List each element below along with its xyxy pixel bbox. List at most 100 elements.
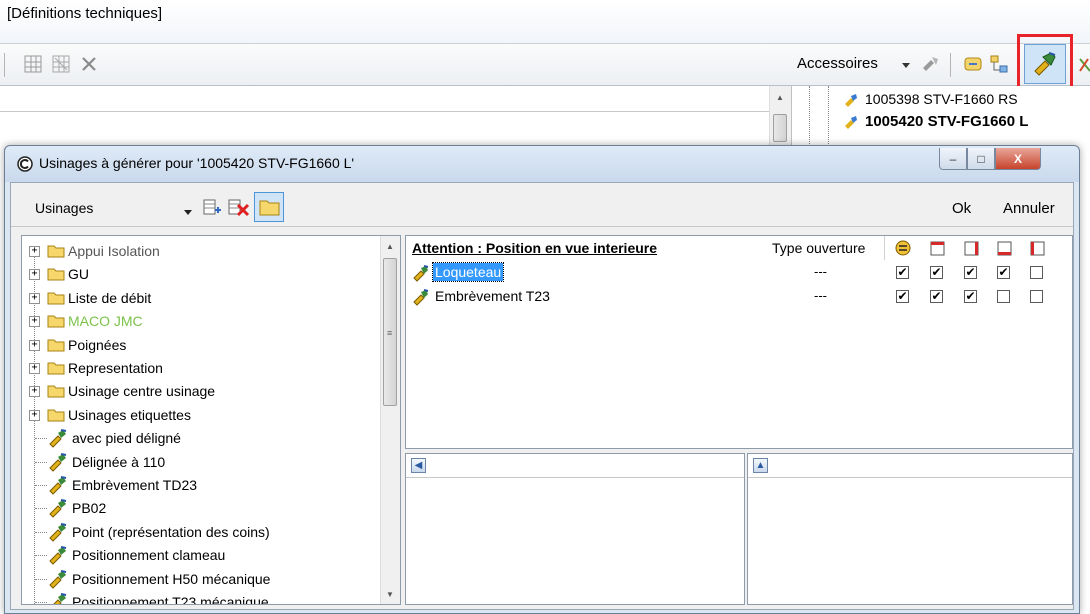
expand-icon[interactable]: + <box>29 269 40 281</box>
tree-item[interactable]: 1005398 STV-F1660 RS <box>843 90 1083 110</box>
grid-tool-2-icon[interactable] <box>50 53 72 75</box>
tree-machining-row[interactable]: avec pied déligné <box>22 427 386 450</box>
tree-folder-row[interactable]: + MACO JMC <box>22 310 386 333</box>
tree-folder-label: Liste de débit <box>68 289 152 306</box>
tree-item-label: 1005420 STV-FG1660 L <box>865 113 1029 130</box>
tree-machining-row[interactable]: Embrèvement TD23 <box>22 474 386 497</box>
tree-item[interactable]: 1005420 STV-FG1660 L <box>843 112 1088 132</box>
scroll-up-icon[interactable]: ▲ <box>381 238 399 254</box>
frame-right-icon[interactable] <box>963 240 980 257</box>
checkbox-col3[interactable]: ✔ <box>964 266 977 279</box>
remove-row-icon[interactable] <box>227 197 251 222</box>
background-toolbar: Accessoires <box>0 34 1090 92</box>
accessory-tool-icon[interactable] <box>920 53 942 75</box>
expand-icon[interactable]: + <box>29 292 40 304</box>
expand-icon[interactable]: + <box>29 409 40 421</box>
tree-machining-row[interactable]: Point (représentation des coins) <box>22 521 386 544</box>
checkbox-col3[interactable]: ✔ <box>964 290 977 303</box>
expand-icon[interactable]: + <box>29 386 40 398</box>
link-icon[interactable] <box>962 53 984 75</box>
checkbox-col2[interactable]: ✔ <box>930 290 943 303</box>
scroll-thumb[interactable] <box>773 114 787 142</box>
tree-connector <box>35 438 47 440</box>
machining-tool-icon <box>49 569 67 589</box>
tree-folder-row[interactable]: + GU <box>22 263 386 286</box>
combo-arrow-icon[interactable] <box>183 205 193 220</box>
folder-icon <box>47 409 65 422</box>
arrow-up-icon[interactable]: ▲ <box>753 458 768 473</box>
tree-folder-row[interactable]: + Appui Isolation <box>22 240 386 263</box>
tree-folder-row[interactable]: + Representation <box>22 357 386 380</box>
tree-machining-row[interactable]: Positionnement H50 mécanique <box>22 568 386 591</box>
machining-tool-icon <box>49 429 67 448</box>
expand-icon[interactable]: + <box>29 339 40 351</box>
checkbox-col5[interactable] <box>1030 290 1043 303</box>
list-row[interactable]: Loqueteau --- ✔ ✔ ✔ ✔ <box>406 262 1072 284</box>
dropdown-arrow-icon[interactable] <box>895 54 917 76</box>
expand-icon[interactable]: + <box>29 363 40 374</box>
tree-scrollbar[interactable]: ▲ ≡ ▼ <box>380 236 400 604</box>
expand-icon[interactable]: + <box>29 246 40 257</box>
tree-folder-label: GU <box>68 266 89 283</box>
tree-folder-row[interactable]: + Usinage centre usinage <box>22 380 386 403</box>
tree-machining-row[interactable]: PB02 <box>22 497 386 520</box>
ok-button[interactable]: Ok <box>952 200 971 217</box>
checkbox-col4[interactable] <box>997 290 1010 303</box>
tree-folder-row[interactable]: + Poignées <box>22 334 386 357</box>
list-row[interactable]: Embrèvement T23 --- ✔ ✔ ✔ <box>406 286 1072 308</box>
machining-tool-icon <box>49 546 67 565</box>
add-row-icon[interactable] <box>201 197 223 222</box>
swap-icon[interactable] <box>895 240 912 257</box>
expand-icon[interactable]: + <box>29 316 40 328</box>
frame-left-icon[interactable] <box>1029 240 1046 257</box>
delete-icon[interactable] <box>78 53 100 75</box>
folder-icon <box>47 268 65 281</box>
list-row-label: Loqueteau <box>431 262 505 282</box>
delete-red-icon[interactable] <box>1075 54 1090 76</box>
tree-folder-row[interactable]: + Usinages etiquettes <box>22 404 386 427</box>
frame-top-icon[interactable] <box>929 240 946 257</box>
tree-folder-row[interactable]: + Liste de débit <box>22 287 386 310</box>
scroll-down-icon[interactable]: ▼ <box>381 586 399 602</box>
accessories-combo[interactable]: Accessoires <box>797 55 878 72</box>
checkbox-col5[interactable] <box>1030 266 1043 279</box>
tree-machining-row[interactable]: Délignée à 110 <box>22 451 386 474</box>
list-row-type: --- <box>814 264 827 279</box>
tree-folder-label: Poignées <box>68 336 127 353</box>
maximize-button[interactable]: □ <box>967 148 995 170</box>
app-icon <box>17 156 33 172</box>
machining-combo[interactable]: Usinages <box>35 200 93 216</box>
column-header-type[interactable]: Type ouverture <box>772 240 865 256</box>
tree-machining-label: Point (représentation des coins) <box>72 523 270 540</box>
folder-icon <box>47 339 65 352</box>
scroll-up-icon[interactable]: ▲ <box>770 90 790 104</box>
tree-machining-row[interactable]: Positionnement clameau <box>22 544 386 567</box>
left-detail-pane: ◀ <box>405 453 745 605</box>
frame-bottom-icon[interactable] <box>996 240 1013 257</box>
background-scrollbar[interactable]: ▲ <box>769 86 791 146</box>
checkbox-col1[interactable]: ✔ <box>896 290 909 303</box>
tree-folder-label: Representation <box>68 360 163 376</box>
dialog-toolbar: Usinages Ok Annuler <box>11 183 1073 227</box>
cancel-button[interactable]: Annuler <box>1003 200 1055 217</box>
machining-tool-icon <box>49 452 67 472</box>
checkbox-col1[interactable]: ✔ <box>896 266 909 279</box>
tree-icon[interactable] <box>988 53 1010 75</box>
tree-machining-label: Délignée à 110 <box>72 453 166 470</box>
tree-connector <box>35 508 47 510</box>
tree-connector <box>35 531 47 533</box>
minimize-button[interactable]: – <box>939 148 967 170</box>
generate-machining-button[interactable] <box>1024 44 1066 84</box>
checkbox-col4[interactable]: ✔ <box>997 266 1010 279</box>
close-button[interactable]: X <box>995 148 1041 170</box>
checkbox-col2[interactable]: ✔ <box>930 266 943 279</box>
dialog-title-bar[interactable]: Usinages à générer pour '1005420 STV-FG1… <box>5 146 1079 182</box>
machining-list: Attention : Position en vue interieure T… <box>405 235 1073 449</box>
grid-tool-icon[interactable] <box>22 53 44 75</box>
arrow-left-icon[interactable]: ◀ <box>411 458 426 473</box>
folder-view-button[interactable] <box>254 192 284 222</box>
machining-tree: + Appui Isolation + GU + Liste de débit + MACO … <box>21 235 401 605</box>
folder-icon <box>47 315 65 328</box>
tree-machining-row[interactable]: Positionnement T23 mécanique <box>22 591 386 604</box>
machining-tool-icon <box>49 522 67 542</box>
